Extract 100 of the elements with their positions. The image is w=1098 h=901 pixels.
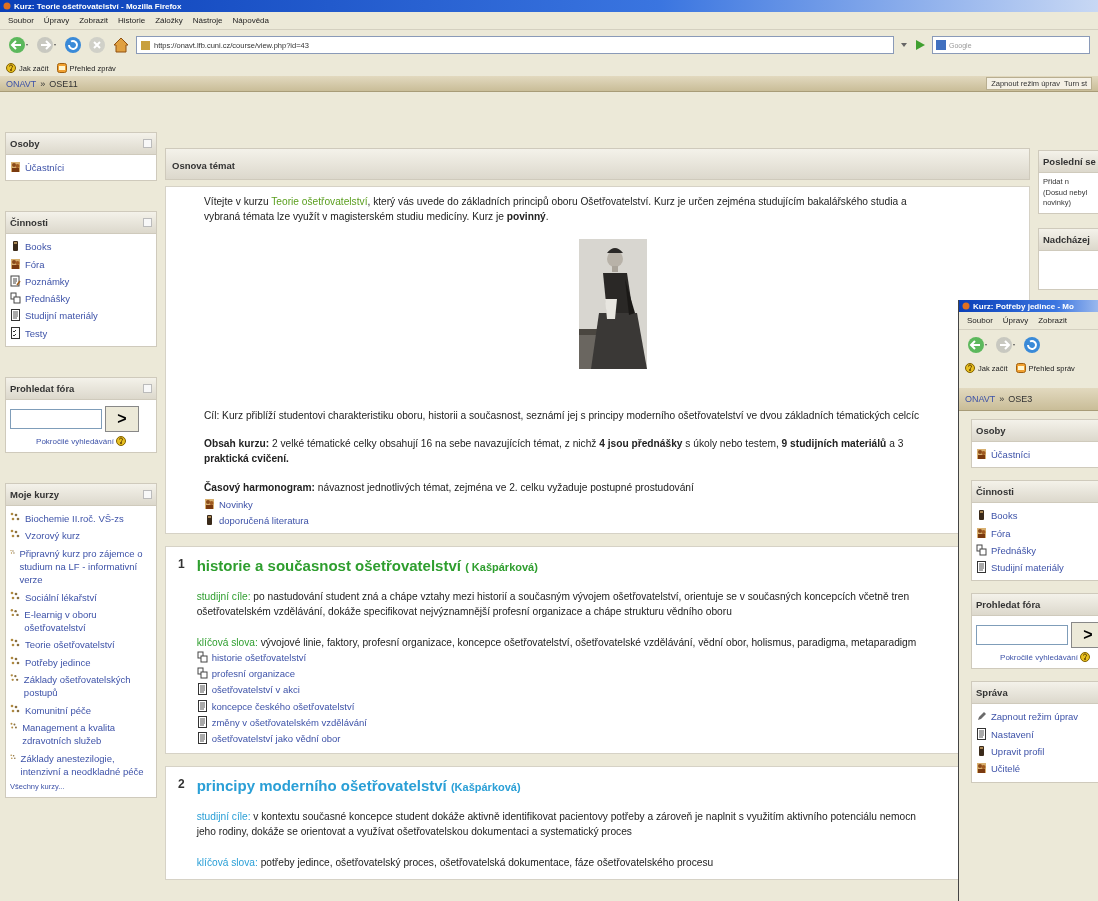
sidebar-link[interactable]: Nastavení: [976, 727, 1034, 742]
menu-item[interactable]: Nástroje: [192, 16, 223, 25]
people-icon: [10, 161, 21, 173]
forward-icon[interactable]: [995, 336, 1017, 354]
sidebar-link[interactable]: Přednášky: [10, 292, 70, 306]
sidebar-link[interactable]: Upravit profil: [976, 745, 1045, 759]
breadcrumb-link[interactable]: ONAVT: [6, 78, 37, 89]
section-number: 2: [178, 777, 185, 794]
go-icon[interactable]: [914, 39, 926, 51]
search-field[interactable]: [10, 409, 102, 430]
sidebar-link[interactable]: Vzorový kurz: [10, 529, 80, 543]
summary-text: Časový harmonogram: návaznost jednotlivých témat, zejména ve 2. celku vyžaduje postupné prostudování: [204, 480, 694, 495]
stop-icon[interactable]: [88, 36, 106, 54]
sidebar-link[interactable]: Základy ošetřovatelských postupů: [10, 673, 152, 700]
menu-item[interactable]: Záložky: [155, 16, 183, 25]
sidebar-link[interactable]: Studijní materiály: [976, 561, 1064, 575]
sidebar-link[interactable]: Books: [976, 509, 1018, 523]
advanced-search-link[interactable]: Pokročilé vyhledávání: [1000, 652, 1090, 663]
block-title: Osoby: [10, 138, 40, 149]
section-text: studijní cíle: po nastudování student zná a chápe vztahy mezi historií a současným vývojem ošetřovatelství, orientuje se v současných koncepcích včetně tren: [196, 590, 910, 605]
sidebar-link[interactable]: Účastníci: [976, 448, 1031, 462]
search-button[interactable]: >: [1071, 622, 1098, 649]
menu-item[interactable]: Soubor: [8, 16, 34, 25]
breadcrumb-current: OSE3: [1008, 394, 1033, 404]
menu-item[interactable]: Zobrazit: [79, 16, 109, 25]
activity-link[interactable]: ošetřovatelství jako vědní obor: [196, 732, 341, 746]
activity-link[interactable]: koncepce českého ošetřovatelství: [196, 699, 355, 713]
search-button[interactable]: >: [105, 406, 139, 433]
block-title: Prohledat fóra: [976, 599, 1041, 611]
back-icon[interactable]: [967, 336, 989, 354]
dots-icon: [10, 590, 21, 601]
sidebar-link[interactable]: Biochemie II.roč. VŠ-zs: [10, 512, 124, 526]
collapse-icon[interactable]: [143, 218, 152, 228]
sidebar-link[interactable]: Poznámky: [10, 274, 70, 289]
sidebar-link[interactable]: Základy anestezilogie, intenzivní a neodkladné péče: [10, 751, 152, 779]
menu-item[interactable]: Zobrazit: [1038, 316, 1068, 325]
checklist-icon: [10, 326, 21, 339]
pencil-icon: [976, 710, 987, 723]
sidebar-link[interactable]: Fóra: [976, 526, 1011, 540]
activity-link[interactable]: historie ošetřovatelství: [196, 650, 307, 664]
block-title: Správa: [976, 687, 1008, 699]
reload-icon[interactable]: [64, 36, 82, 54]
sidebar-link[interactable]: Komunitní péče: [10, 703, 91, 717]
pages-icon: [196, 666, 208, 679]
document-icon: [10, 309, 21, 322]
block-title: Prohledat fóra: [10, 383, 75, 395]
section-text: studijní cíle: v kontextu současné koncepce student dokáže aktivně identifikovat pacientovy potřeby a zároveň je naplnit s využitím aktivního potenciálu nemocn: [196, 810, 916, 825]
activity-link[interactable]: profesní organizace: [196, 666, 296, 681]
menu-item[interactable]: Soubor: [967, 316, 993, 325]
sidebar-link[interactable]: Studijní materiály: [10, 309, 98, 323]
sidebar-link[interactable]: Účastníci: [10, 161, 65, 175]
sidebar-link[interactable]: Testy: [10, 326, 48, 341]
sidebar-link[interactable]: Management a kvalita zdravotních služeb: [10, 720, 152, 748]
sidebar-link[interactable]: Books: [10, 240, 52, 254]
back-icon[interactable]: [8, 36, 30, 54]
document-icon: [196, 715, 208, 728]
menu-item[interactable]: Historie: [118, 16, 146, 25]
sidebar-link[interactable]: Potřeby jedince: [10, 655, 91, 670]
sidebar-link[interactable]: Učitelé: [976, 762, 1021, 776]
sidebar-link[interactable]: Teorie ošetřovatelství: [10, 638, 115, 652]
activity-link[interactable]: ošetřovatelství v akci: [196, 683, 300, 697]
dropdown-icon[interactable]: [900, 41, 908, 49]
block-title: Nadcházej: [1043, 233, 1090, 245]
activity-link[interactable]: změny v ošetřovatelském vzdělávání: [196, 715, 367, 730]
menu-item[interactable]: Úpravy: [1002, 316, 1029, 325]
sidebar-link[interactable]: Fóra: [10, 257, 45, 271]
book-icon: [10, 240, 21, 253]
menu-item[interactable]: Nápověda: [232, 16, 269, 25]
pages-icon: [976, 543, 987, 556]
sidebar-link[interactable]: Přednášky: [976, 543, 1036, 558]
menu-item[interactable]: Úpravy: [43, 16, 70, 25]
forward-icon[interactable]: [36, 36, 58, 54]
sidebar-link[interactable]: Připravný kurz pro zájemce o studium na LF - informativní verze: [10, 546, 152, 587]
window-title: Kurz: Potřeby jedince - Mo: [973, 301, 1074, 311]
firefox-icon: [3, 2, 11, 10]
block-title: Osnova témat: [172, 160, 235, 171]
sidebar-link[interactable]: E-learnig v oboru ošetřovatelství: [10, 607, 152, 635]
dots-icon: [10, 720, 19, 731]
collapse-icon[interactable]: [143, 384, 152, 394]
book-icon: [976, 745, 987, 758]
collapse-icon[interactable]: [143, 139, 152, 148]
home-icon[interactable]: [112, 36, 130, 54]
section-text: ošetřovatelském vzdělávání, dokáže specifikovat nejvýznamnější profesní organizace a chápe strukturu vědního oboru: [196, 605, 732, 620]
breadcrumb-current: OSE11: [49, 78, 78, 89]
people-icon: [976, 762, 987, 775]
search-engine-icon: [936, 40, 946, 50]
collapse-icon[interactable]: [143, 490, 152, 500]
reload-icon[interactable]: [1023, 336, 1041, 354]
search-field[interactable]: [976, 625, 1068, 646]
activity-link[interactable]: doporučená literatura: [204, 514, 309, 528]
advanced-search-link[interactable]: Pokročilé vyhledávání: [36, 436, 126, 447]
sidebar-link[interactable]: Sociální lékařství: [10, 590, 97, 604]
dots-icon: [10, 607, 21, 618]
summary-text: Obsah kurzu: 2 velké tématické celky obsahují 16 na sebe navazujících témat, z nichž 4 jsou přednášky s úkoly nebo testem, 9 studijních materiálů a 3: [204, 437, 904, 452]
breadcrumb-link[interactable]: ONAVT: [965, 394, 996, 404]
dots-icon: [10, 655, 21, 666]
people-icon: [976, 526, 987, 539]
sidebar-link[interactable]: Zapnout režim úprav: [976, 710, 1079, 724]
activity-link[interactable]: Novinky: [204, 497, 253, 511]
intro-text: Vítejte v kurzu Teorie ošetřovatelství, který vás uvede do základních principů oboru Ošetřovatelství. Kurz je určen zejména studujícím bakalářského studia a vybraná témata lze využít v magisterském studiu medicíny. Kurz je povinný.: [204, 195, 908, 224]
